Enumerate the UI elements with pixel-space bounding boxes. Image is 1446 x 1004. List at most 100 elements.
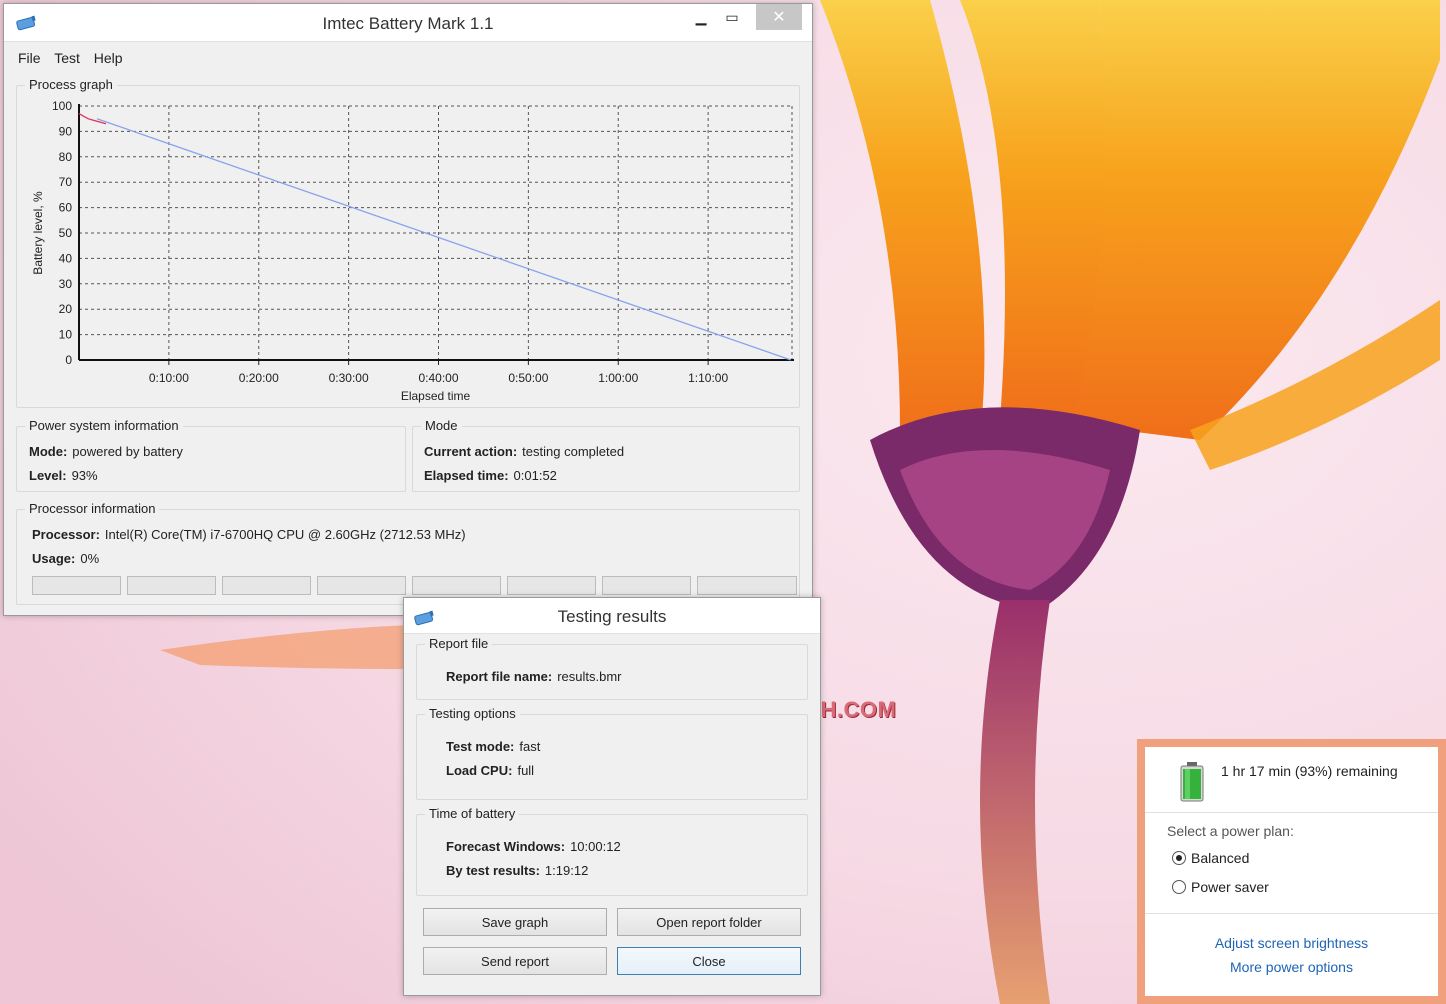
forecast-windows-value: 10:00:12 xyxy=(570,839,621,854)
x-axis-label: Elapsed time xyxy=(401,389,471,403)
elapsed-time-value: 0:01:52 xyxy=(513,468,557,483)
power-mode-value: powered by battery xyxy=(72,444,183,459)
power-info-label: Power system information xyxy=(25,418,183,433)
processor-info-label: Processor information xyxy=(25,501,160,516)
battery-level-value: 93% xyxy=(71,468,98,483)
usage-label: Usage: xyxy=(32,551,76,566)
y-tick-label: 40 xyxy=(59,251,73,265)
more-power-options-link[interactable]: More power options xyxy=(1145,959,1438,975)
y-tick-label: 50 xyxy=(59,226,73,240)
time-of-battery-label: Time of battery xyxy=(425,806,520,821)
y-tick-label: 20 xyxy=(59,302,73,316)
power-mode-label: Mode: xyxy=(29,444,68,459)
test-mode-row: Test mode: fast xyxy=(446,739,540,754)
flyout-divider xyxy=(1145,913,1438,914)
testing-options-label: Testing options xyxy=(425,706,520,721)
core-usage-bar xyxy=(697,576,797,595)
current-action-row: Current action: testing completed xyxy=(424,444,624,459)
report-file-name-label: Report file name: xyxy=(446,669,553,684)
y-tick-label: 60 xyxy=(59,201,73,215)
battery-remaining-status: 1 hr 17 min (93%) remaining xyxy=(1221,763,1398,779)
y-tick-label: 10 xyxy=(59,328,73,342)
x-tick-label: 1:00:00 xyxy=(598,371,638,385)
report-file-row: Report file name: results.bmr xyxy=(446,669,621,684)
power-mode-row: Mode: powered by battery xyxy=(29,444,183,459)
battery-level-series-1 xyxy=(96,118,792,361)
time-of-battery-group: Time of battery xyxy=(416,806,808,896)
battery-flyout-panel: 1 hr 17 min (93%) remaining Select a pow… xyxy=(1145,747,1438,996)
by-test-results-label: By test results: xyxy=(446,863,540,878)
save-graph-button[interactable]: Save graph xyxy=(423,908,607,936)
menu-help[interactable]: Help xyxy=(94,50,123,66)
load-cpu-label: Load CPU: xyxy=(446,763,513,778)
forecast-windows-row: Forecast Windows: 10:00:12 xyxy=(446,839,621,854)
maximize-button[interactable]: ▭ xyxy=(715,4,749,30)
x-tick-label: 0:50:00 xyxy=(508,371,548,385)
x-tick-label: 0:20:00 xyxy=(239,371,279,385)
close-window-button[interactable]: ✕ xyxy=(756,4,802,30)
battery-level-series-0 xyxy=(78,113,107,125)
core-usage-bar xyxy=(222,576,311,595)
processor-value: Intel(R) Core(TM) i7-6700HQ CPU @ 2.60GH… xyxy=(104,527,466,542)
current-action-label: Current action: xyxy=(424,444,518,459)
balanced-radio[interactable] xyxy=(1172,851,1186,865)
minimize-button[interactable]: ▁ xyxy=(684,4,718,30)
battery-mark-window: Imtec Battery Mark 1.1 ▁ ▭ ✕ File Test H… xyxy=(3,3,813,616)
testing-options-group: Testing options xyxy=(416,706,808,800)
menu-test[interactable]: Test xyxy=(54,50,80,66)
y-tick-label: 0 xyxy=(65,353,72,367)
report-file-label: Report file xyxy=(425,636,493,651)
battery-level-label: Level: xyxy=(29,468,67,483)
y-tick-label: 70 xyxy=(59,175,73,189)
core-usage-bar xyxy=(32,576,121,595)
power-saver-radio[interactable] xyxy=(1172,880,1186,894)
y-axis-label: Battery level, % xyxy=(31,191,45,275)
menu-bar: File Test Help xyxy=(18,50,133,66)
elapsed-time-label: Elapsed time: xyxy=(424,468,509,483)
menu-file[interactable]: File xyxy=(18,50,41,66)
core-usage-bar xyxy=(412,576,501,595)
y-tick-label: 90 xyxy=(59,124,73,138)
by-test-results-value: 1:19:12 xyxy=(544,863,589,878)
current-action-value: testing completed xyxy=(522,444,625,459)
battery-level-chart: 0 10 20 30 40 50 60 70 80 90 100 0:10:00 0:20:00 0:30… xyxy=(31,99,794,403)
battery-level-row: Level: 93% xyxy=(29,468,98,483)
load-cpu-value: full xyxy=(517,763,535,778)
load-cpu-row: Load CPU: full xyxy=(446,763,534,778)
balanced-plan-label[interactable]: Balanced xyxy=(1191,850,1249,866)
usage-value: 0% xyxy=(80,551,100,566)
by-test-results-row: By test results: 1:19:12 xyxy=(446,863,588,878)
send-report-button[interactable]: Send report xyxy=(423,947,607,975)
adjust-brightness-link[interactable]: Adjust screen brightness xyxy=(1145,935,1438,951)
x-tick-label: 0:10:00 xyxy=(149,371,189,385)
y-tick-label: 100 xyxy=(52,99,72,113)
x-tick-label: 0:30:00 xyxy=(329,371,369,385)
forecast-windows-label: Forecast Windows: xyxy=(446,839,566,854)
core-usage-bar xyxy=(507,576,596,595)
y-tick-label: 80 xyxy=(59,150,73,164)
processor-label: Processor: xyxy=(32,527,100,542)
open-report-folder-button[interactable]: Open report folder xyxy=(617,908,801,936)
test-mode-value: fast xyxy=(519,739,541,754)
x-tick-label: 0:40:00 xyxy=(418,371,458,385)
core-usage-bar xyxy=(317,576,406,595)
usage-row: Usage: 0% xyxy=(32,551,99,566)
core-usage-bar xyxy=(127,576,216,595)
results-titlebar[interactable]: Testing results xyxy=(404,598,820,634)
power-saver-plan-label[interactable]: Power saver xyxy=(1191,879,1269,895)
battery-icon xyxy=(1180,762,1204,802)
elapsed-time-row: Elapsed time: 0:01:52 xyxy=(424,468,557,483)
core-usage-bar xyxy=(602,576,691,595)
x-tick-label: 1:10:00 xyxy=(688,371,728,385)
power-plan-label: Select a power plan: xyxy=(1167,823,1294,839)
main-titlebar[interactable]: Imtec Battery Mark 1.1 ▁ ▭ ✕ xyxy=(4,4,812,42)
flyout-divider xyxy=(1145,812,1438,813)
close-button[interactable]: Close xyxy=(617,947,801,975)
test-mode-label: Test mode: xyxy=(446,739,515,754)
battery-flyout: 1 hr 17 min (93%) remaining Select a pow… xyxy=(1137,739,1446,1004)
mode-label: Mode xyxy=(421,418,462,433)
processor-row: Processor: Intel(R) Core(TM) i7-6700HQ CP… xyxy=(32,527,466,542)
y-tick-label: 30 xyxy=(59,277,73,291)
testing-results-window: Testing results Report file Report file … xyxy=(403,597,821,996)
report-file-name-value: results.bmr xyxy=(557,669,622,684)
